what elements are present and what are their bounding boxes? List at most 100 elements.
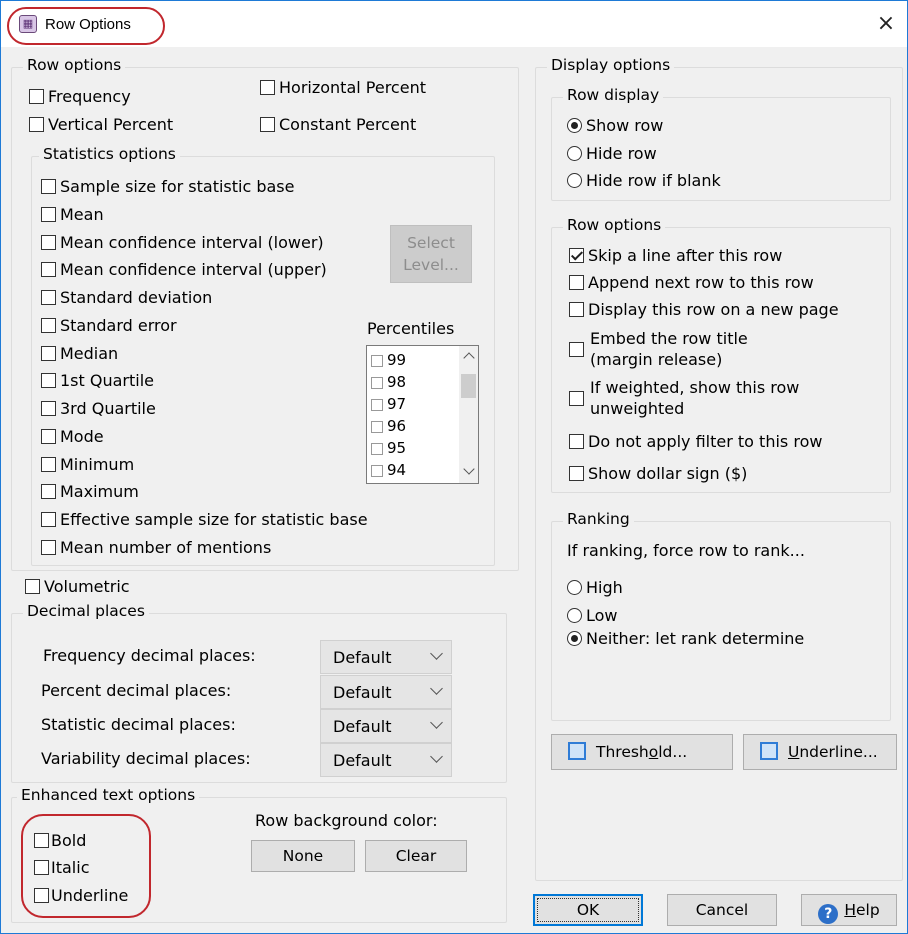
title-highlight-oval [7, 7, 165, 45]
statistic-checkbox[interactable]: Standard error [41, 316, 177, 335]
percentile-item[interactable]: 95 [371, 439, 406, 457]
statistic-checkbox[interactable]: Mode [41, 427, 104, 446]
frequency-checkbox[interactable]: Frequency [29, 87, 131, 106]
radio-button[interactable] [567, 631, 582, 646]
checkbox-box[interactable] [29, 117, 44, 132]
statistic-checkbox[interactable]: Mean confidence interval (upper) [41, 260, 327, 279]
percentile-item[interactable]: 94 [371, 461, 406, 479]
checkbox-box[interactable] [569, 248, 584, 263]
checkbox-box[interactable] [569, 275, 584, 290]
checkbox-box[interactable] [371, 465, 383, 477]
statistic-checkbox[interactable]: 1st Quartile [41, 371, 154, 390]
radio-button[interactable] [567, 580, 582, 595]
checkbox-box[interactable] [260, 80, 275, 95]
ranking-radio[interactable]: Low [567, 606, 618, 625]
statistic-checkbox[interactable]: Effective sample size for statistic base [41, 510, 368, 529]
underline-button[interactable]: Underline... [743, 734, 897, 770]
statistic-checkbox[interactable]: Sample size for statistic base [41, 177, 294, 196]
radio-button[interactable] [567, 118, 582, 133]
checkbox-box[interactable] [569, 342, 584, 357]
checkbox-box[interactable] [41, 512, 56, 527]
row-background-color-label: Row background color: [255, 811, 438, 830]
statistic-checkbox[interactable]: Mean [41, 205, 104, 224]
percentile-item[interactable]: 98 [371, 373, 406, 391]
no-filter-checkbox[interactable]: Do not apply filter to this row [569, 432, 822, 451]
constant-percent-checkbox[interactable]: Constant Percent [260, 115, 416, 134]
checkbox-box[interactable] [41, 179, 56, 194]
embed-row-title-checkbox[interactable]: Embed the row title (margin release) [569, 329, 879, 373]
checkbox-label-line2: (margin release) [590, 350, 723, 369]
row-display-radio[interactable]: Show row [567, 116, 663, 135]
checkbox-box[interactable] [569, 466, 584, 481]
checkbox-box[interactable] [371, 377, 383, 389]
row-options-dialog: ▦ Row Options × Row options Frequency Ho… [0, 0, 908, 934]
checkbox-box[interactable] [41, 429, 56, 444]
append-next-row-checkbox[interactable]: Append next row to this row [569, 273, 814, 292]
ranking-radio[interactable]: High [567, 578, 623, 597]
statistic-checkbox[interactable]: Standard deviation [41, 288, 212, 307]
close-button[interactable]: × [871, 9, 901, 39]
radio-label: Low [586, 606, 618, 625]
percentiles-listbox[interactable]: 99 98 97 96 95 94 [366, 345, 479, 484]
row-display-radio[interactable]: Hide row if blank [567, 171, 721, 190]
checkbox-box[interactable] [41, 235, 56, 250]
radio-button[interactable] [567, 146, 582, 161]
percentiles-scrollbar[interactable] [459, 346, 478, 483]
checkbox-box[interactable] [41, 318, 56, 333]
checkbox-box[interactable] [41, 346, 56, 361]
percentile-item[interactable]: 97 [371, 395, 406, 413]
clear-button[interactable]: Clear [365, 840, 467, 872]
checkbox-box[interactable] [41, 484, 56, 499]
ok-button[interactable]: OK [533, 894, 643, 926]
vertical-percent-checkbox[interactable]: Vertical Percent [29, 115, 173, 134]
volumetric-checkbox[interactable]: Volumetric [25, 577, 130, 596]
checkbox-box[interactable] [41, 262, 56, 277]
checkbox-box[interactable] [29, 89, 44, 104]
percentile-item[interactable]: 99 [371, 351, 406, 369]
checkbox-box[interactable] [260, 117, 275, 132]
dollar-sign-checkbox[interactable]: Show dollar sign ($) [569, 464, 747, 483]
decimal-places-select[interactable]: Default [320, 675, 452, 709]
skip-line-checkbox[interactable]: Skip a line after this row [569, 246, 782, 265]
scroll-down-icon[interactable] [463, 463, 475, 475]
checkbox-box[interactable] [569, 302, 584, 317]
statistic-checkbox[interactable]: Mean confidence interval (lower) [41, 233, 324, 252]
weighted-unweighted-checkbox[interactable]: If weighted, show this row unweighted [569, 378, 879, 422]
statistic-checkbox[interactable]: Maximum [41, 482, 139, 501]
statistic-checkbox[interactable]: Median [41, 344, 118, 363]
select-level-button[interactable]: Select Level... [390, 225, 472, 283]
decimal-places-select[interactable]: Default [320, 640, 452, 674]
radio-button[interactable] [567, 608, 582, 623]
checkbox-box[interactable] [371, 355, 383, 367]
chevron-down-icon [430, 716, 443, 729]
statistic-checkbox[interactable]: Minimum [41, 455, 134, 474]
statistic-checkbox[interactable]: 3rd Quartile [41, 399, 156, 418]
scroll-up-icon[interactable] [463, 352, 475, 364]
row-display-radio[interactable]: Hide row [567, 144, 657, 163]
checkbox-box[interactable] [371, 443, 383, 455]
decimal-places-select[interactable]: Default [320, 709, 452, 743]
cancel-button[interactable]: Cancel [667, 894, 777, 926]
new-page-checkbox[interactable]: Display this row on a new page [569, 300, 839, 319]
radio-button[interactable] [567, 173, 582, 188]
ranking-radio[interactable]: Neither: let rank determine [567, 629, 804, 648]
decimal-places-select[interactable]: Default [320, 743, 452, 777]
checkbox-box[interactable] [41, 290, 56, 305]
percentile-item[interactable]: 96 [371, 417, 406, 435]
checkbox-box[interactable] [569, 434, 584, 449]
checkbox-box[interactable] [25, 579, 40, 594]
checkbox-box[interactable] [41, 373, 56, 388]
checkbox-box[interactable] [41, 540, 56, 555]
checkbox-box[interactable] [41, 457, 56, 472]
help-button[interactable]: ? Help [801, 894, 897, 926]
checkbox-box[interactable] [41, 207, 56, 222]
checkbox-box[interactable] [371, 399, 383, 411]
none-button[interactable]: None [251, 840, 355, 872]
checkbox-box[interactable] [569, 391, 584, 406]
scroll-thumb[interactable] [461, 374, 476, 398]
threshold-button[interactable]: Threshold... [551, 734, 733, 770]
horizontal-percent-checkbox[interactable]: Horizontal Percent [260, 78, 426, 97]
statistic-checkbox[interactable]: Mean number of mentions [41, 538, 271, 557]
checkbox-box[interactable] [371, 421, 383, 433]
checkbox-box[interactable] [41, 401, 56, 416]
